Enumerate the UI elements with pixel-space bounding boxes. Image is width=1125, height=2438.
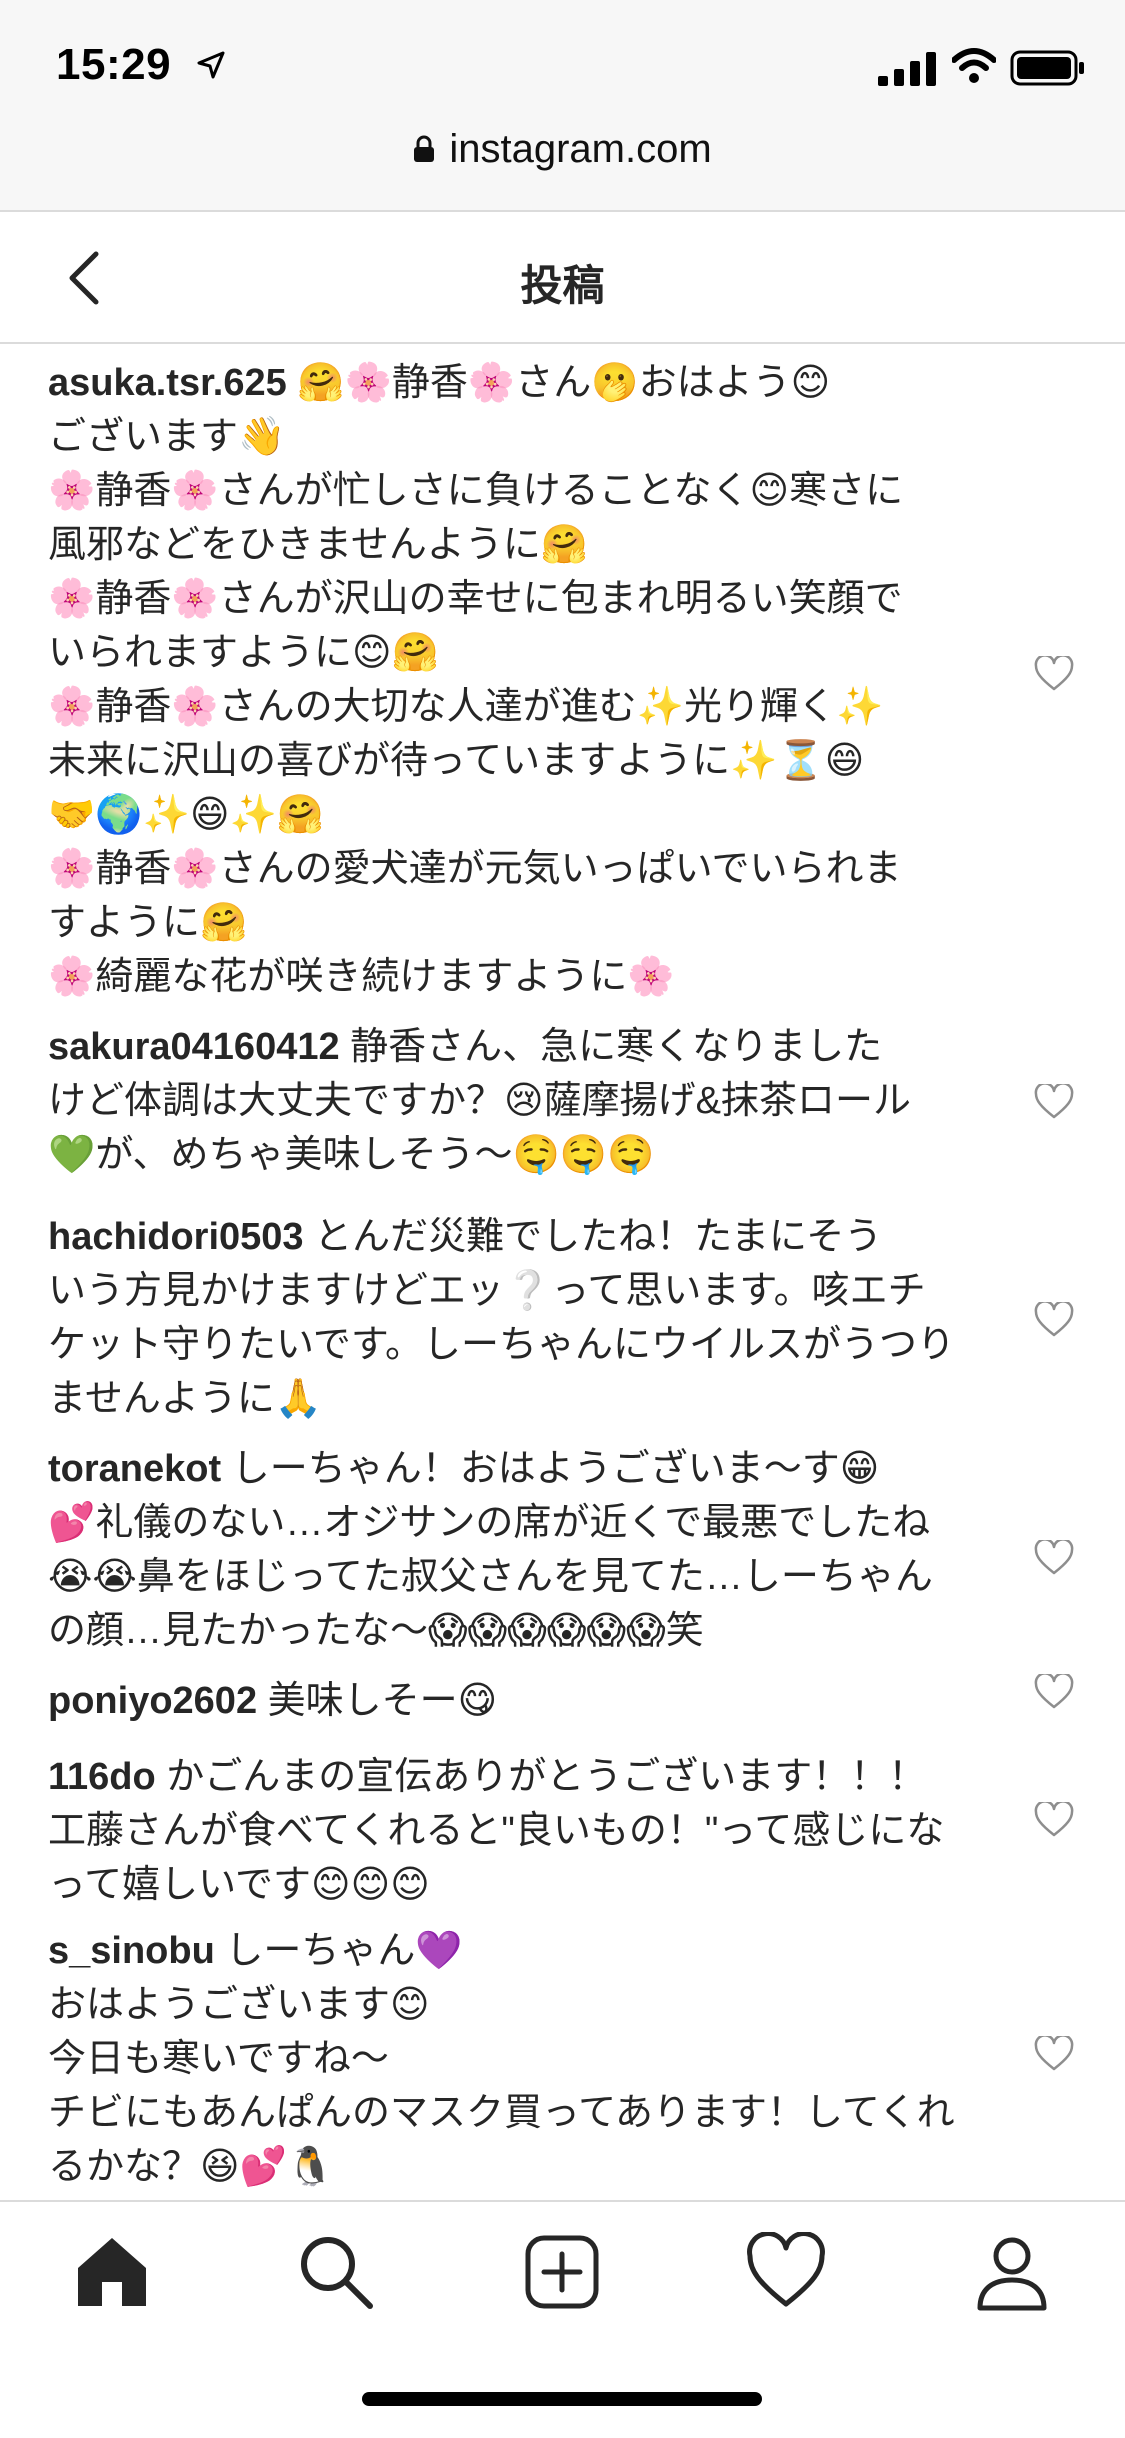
comment-text: 美味しそー😋 (257, 1680, 498, 1722)
comment-username[interactable]: sakura04160412 (48, 1026, 340, 1068)
status-time: 15:29 (56, 40, 172, 89)
address-bar[interactable]: instagram.com (0, 118, 1125, 180)
like-heart-icon[interactable] (1034, 656, 1074, 692)
comment-item: hachidori0503 とんだ災難でしたね！たまにそう いう方見かけますけど… (48, 1210, 1008, 1426)
comment-text: かごんまの宣伝ありがとうございます！！！ 工藤さんが食べてくれると"良いもの！"… (48, 1756, 945, 1906)
comments-list: asuka.tsr.625 🤗🌸静香🌸さん🫢おはよう😊 ございます👋 🌸静香🌸さ… (0, 346, 1125, 2200)
comment-item: poniyo2602 美味しそー😋 (48, 1674, 1008, 1728)
status-bar: 15:29 (0, 0, 1125, 132)
like-heart-icon[interactable] (1034, 1540, 1074, 1576)
comment-username[interactable]: asuka.tsr.625 (48, 362, 287, 404)
like-heart-icon[interactable] (1034, 2036, 1074, 2072)
comment-body: toranekot しーちゃん！おはようございま～す😁 💕礼儀のない…オジサンの… (48, 1442, 1008, 1658)
comment-username[interactable]: poniyo2602 (48, 1680, 257, 1722)
comment-body: poniyo2602 美味しそー😋 (48, 1674, 1008, 1728)
battery-icon (1010, 50, 1084, 86)
home-icon[interactable] (72, 2232, 152, 2312)
new-post-icon[interactable] (522, 2232, 602, 2312)
comment-body: sakura04160412 静香さん、急に寒くなりました けど体調は大丈夫です… (48, 1020, 1008, 1182)
profile-icon[interactable] (972, 2232, 1052, 2312)
page-title: 投稿 (520, 262, 605, 309)
like-heart-icon[interactable] (1034, 1674, 1074, 1710)
like-heart-icon[interactable] (1034, 1302, 1074, 1338)
search-icon[interactable] (296, 2232, 376, 2312)
comment-username[interactable]: s_sinobu (48, 1930, 215, 1972)
browser-chrome: 15:29 instagram.com (0, 0, 1125, 212)
comment-username[interactable]: toranekot (48, 1448, 221, 1490)
like-heart-icon[interactable] (1034, 1802, 1074, 1838)
activity-heart-icon[interactable] (746, 2232, 826, 2312)
comment-body: hachidori0503 とんだ災難でしたね！たまにそう いう方見かけますけど… (48, 1210, 1008, 1426)
comment-text: 🤗🌸静香🌸さん🫢おはよう😊 ございます👋 🌸静香🌸さんが忙しさに負けることなく😊… (48, 362, 904, 998)
post-header: 投稿 (0, 212, 1125, 344)
comment-item: asuka.tsr.625 🤗🌸静香🌸さん🫢おはよう😊 ございます👋 🌸静香🌸さ… (48, 356, 1008, 1004)
home-indicator[interactable] (362, 2392, 762, 2406)
comment-item: s_sinobu しーちゃん💜 おはようございます😊 今日も寒いですね～ チビに… (48, 1924, 1008, 2194)
url-text: instagram.com (449, 126, 712, 171)
comment-username[interactable]: 116do (48, 1756, 156, 1798)
lock-icon (414, 135, 435, 162)
comment-item: 116do かごんまの宣伝ありがとうございます！！！ 工藤さんが食べてくれると"… (48, 1750, 1008, 1912)
location-arrow-icon (197, 51, 225, 79)
comment-body: s_sinobu しーちゃん💜 おはようございます😊 今日も寒いですね～ チビに… (48, 1924, 1008, 2194)
comment-username[interactable]: hachidori0503 (48, 1216, 304, 1258)
comment-body: asuka.tsr.625 🤗🌸静香🌸さん🫢おはよう😊 ございます👋 🌸静香🌸さ… (48, 356, 1008, 1004)
wifi-icon (952, 48, 996, 83)
comment-item: sakura04160412 静香さん、急に寒くなりました けど体調は大丈夫です… (48, 1020, 1008, 1182)
cellular-signal-icon (878, 52, 936, 86)
comment-item: toranekot しーちゃん！おはようございま～す😁 💕礼儀のない…オジサンの… (48, 1442, 1008, 1658)
comment-body: 116do かごんまの宣伝ありがとうございます！！！ 工藤さんが食べてくれると"… (48, 1750, 1008, 1912)
like-heart-icon[interactable] (1034, 1084, 1074, 1120)
